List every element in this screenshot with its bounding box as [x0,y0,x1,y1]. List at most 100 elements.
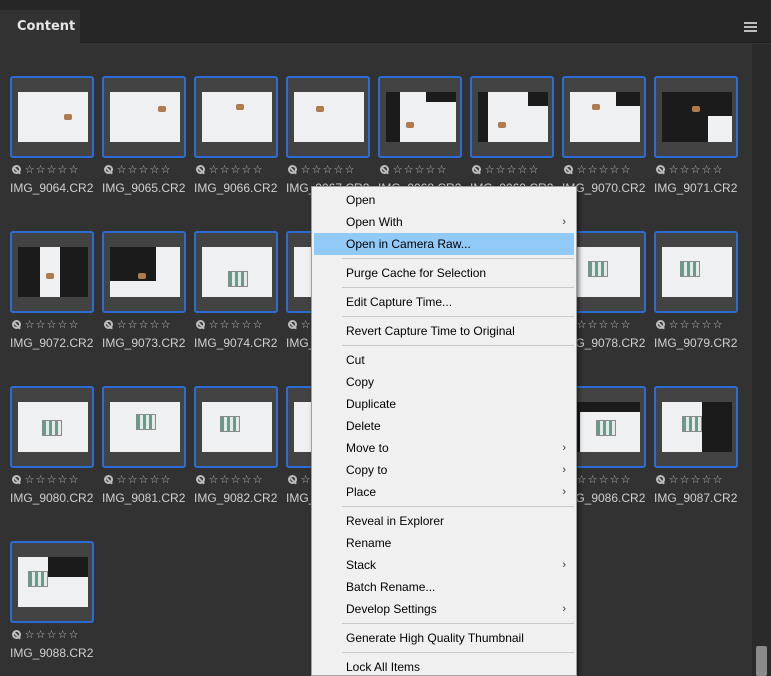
menu-item-delete[interactable]: Delete [314,415,574,437]
reject-icon[interactable] [656,320,665,329]
star-icon[interactable]: ☆ [679,163,690,176]
reject-icon[interactable] [656,475,665,484]
star-icon[interactable]: ☆ [620,318,631,331]
thumbnail-image-frame[interactable] [654,231,738,313]
thumbnail-item[interactable]: ☆ ☆ ☆ ☆ ☆ IMG_9081.CR2 [102,386,194,514]
star-icon[interactable]: ☆ [208,163,219,176]
star-icon[interactable]: ☆ [712,473,723,486]
star-icon[interactable]: ☆ [68,473,79,486]
star-icon[interactable]: ☆ [587,473,598,486]
reject-icon[interactable] [288,165,297,174]
thumbnail-image-frame[interactable] [194,76,278,158]
rating-control[interactable]: ☆☆☆☆☆ [104,473,171,486]
star-icon[interactable]: ☆ [241,163,252,176]
rating-control[interactable]: ☆☆☆☆☆ [12,473,79,486]
thumbnail-item[interactable]: ☆ ☆ ☆ ☆ ☆ IMG_9082.CR2 [194,386,286,514]
menu-item-purge-cache[interactable]: Purge Cache for Selection [314,262,574,284]
star-icon[interactable]: ☆ [679,318,690,331]
reject-icon[interactable] [656,165,665,174]
star-icon[interactable]: ☆ [208,473,219,486]
menu-item-stack[interactable]: Stack › [314,554,574,576]
thumbnail-item[interactable]: ☆ ☆ ☆ ☆ ☆ IMG_9072.CR2 [10,231,102,359]
thumbnail-item[interactable]: ☆ ☆ ☆ ☆ ☆ IMG_9088.CR2 [10,541,102,669]
star-icon[interactable]: ☆ [138,473,149,486]
thumbnail-item[interactable]: ☆ ☆ ☆ ☆ ☆ IMG_9070.CR2 [562,76,654,204]
hamburger-icon[interactable] [744,22,757,32]
star-icon[interactable]: ☆ [57,473,68,486]
thumbnail-item[interactable]: ☆☆☆☆☆IMG_9068.CR2 [378,76,470,204]
star-icon[interactable]: ☆ [57,163,68,176]
menu-item-edit-capture-time[interactable]: Edit Capture Time... [314,291,574,313]
star-icon[interactable]: ☆ [127,318,138,331]
star-icon[interactable]: ☆ [68,163,79,176]
star-icon[interactable]: ☆ [149,163,160,176]
reject-icon[interactable] [196,320,205,329]
star-icon[interactable]: ☆ [620,163,631,176]
star-icon[interactable]: ☆ [35,473,46,486]
star-icon[interactable]: ☆ [24,318,35,331]
star-icon[interactable]: ☆ [230,318,241,331]
star-icon[interactable]: ☆ [46,318,57,331]
thumbnail-image-frame[interactable] [10,541,94,623]
menu-item-copy-to[interactable]: Copy to › [314,459,574,481]
thumbnail-image-frame[interactable] [102,386,186,468]
star-icon[interactable]: ☆ [300,473,311,486]
thumbnail-item[interactable]: ☆ ☆ ☆ ☆ ☆ IMG_9080.CR2 [10,386,102,514]
star-icon[interactable]: ☆ [46,473,57,486]
thumbnail-item[interactable]: ☆ ☆ ☆ ☆ ☆ IMG_9064.CR2 [10,76,102,204]
reject-icon[interactable] [564,165,573,174]
star-icon[interactable]: ☆ [300,163,311,176]
star-icon[interactable]: ☆ [668,473,679,486]
star-icon[interactable]: ☆ [609,473,620,486]
star-icon[interactable]: ☆ [24,473,35,486]
star-icon[interactable]: ☆ [403,163,414,176]
star-icon[interactable]: ☆ [252,163,263,176]
reject-icon[interactable] [472,165,481,174]
star-icon[interactable]: ☆ [587,163,598,176]
menu-item-rename[interactable]: Rename [314,532,574,554]
star-icon[interactable]: ☆ [414,163,425,176]
star-icon[interactable]: ☆ [576,318,587,331]
star-icon[interactable]: ☆ [300,318,311,331]
star-icon[interactable]: ☆ [24,163,35,176]
star-icon[interactable]: ☆ [46,163,57,176]
star-icon[interactable]: ☆ [425,163,436,176]
star-icon[interactable]: ☆ [138,163,149,176]
star-icon[interactable]: ☆ [392,163,403,176]
reject-icon[interactable] [12,475,21,484]
star-icon[interactable]: ☆ [160,318,171,331]
star-icon[interactable]: ☆ [620,473,631,486]
tab-content[interactable]: Content [0,10,80,43]
star-icon[interactable]: ☆ [241,318,252,331]
star-icon[interactable]: ☆ [160,473,171,486]
star-icon[interactable]: ☆ [322,163,333,176]
thumbnail-item[interactable]: ☆ ☆ ☆ ☆ ☆ IMG_9087.CR2 [654,386,746,514]
rating-control[interactable]: ☆☆☆☆☆ [196,163,263,176]
thumbnail-item[interactable]: ☆ ☆ ☆ ☆ ☆ IMG_9066.CR2 [194,76,286,204]
thumbnail-image-frame[interactable] [194,386,278,468]
thumbnail-image-frame[interactable] [562,76,646,158]
star-icon[interactable]: ☆ [690,318,701,331]
thumbnail-image-frame[interactable] [10,386,94,468]
star-icon[interactable]: ☆ [219,473,230,486]
rating-control[interactable]: ☆☆☆☆☆ [472,163,539,176]
rating-control[interactable]: ☆☆☆☆☆ [196,473,263,486]
star-icon[interactable]: ☆ [116,163,127,176]
star-icon[interactable]: ☆ [668,318,679,331]
star-icon[interactable]: ☆ [609,318,620,331]
star-icon[interactable]: ☆ [484,163,495,176]
reject-icon[interactable] [12,630,21,639]
menu-item-place[interactable]: Place › [314,481,574,503]
star-icon[interactable]: ☆ [598,318,609,331]
star-icon[interactable]: ☆ [149,318,160,331]
rating-control[interactable]: ☆☆☆☆☆ [656,163,723,176]
rating-control[interactable]: ☆☆☆☆☆ [288,163,355,176]
reject-icon[interactable] [104,475,113,484]
reject-icon[interactable] [380,165,389,174]
star-icon[interactable]: ☆ [598,473,609,486]
star-icon[interactable]: ☆ [160,163,171,176]
star-icon[interactable]: ☆ [668,163,679,176]
star-icon[interactable]: ☆ [701,473,712,486]
menu-item-lock-all-items[interactable]: Lock All Items [314,656,574,676]
star-icon[interactable]: ☆ [35,318,46,331]
